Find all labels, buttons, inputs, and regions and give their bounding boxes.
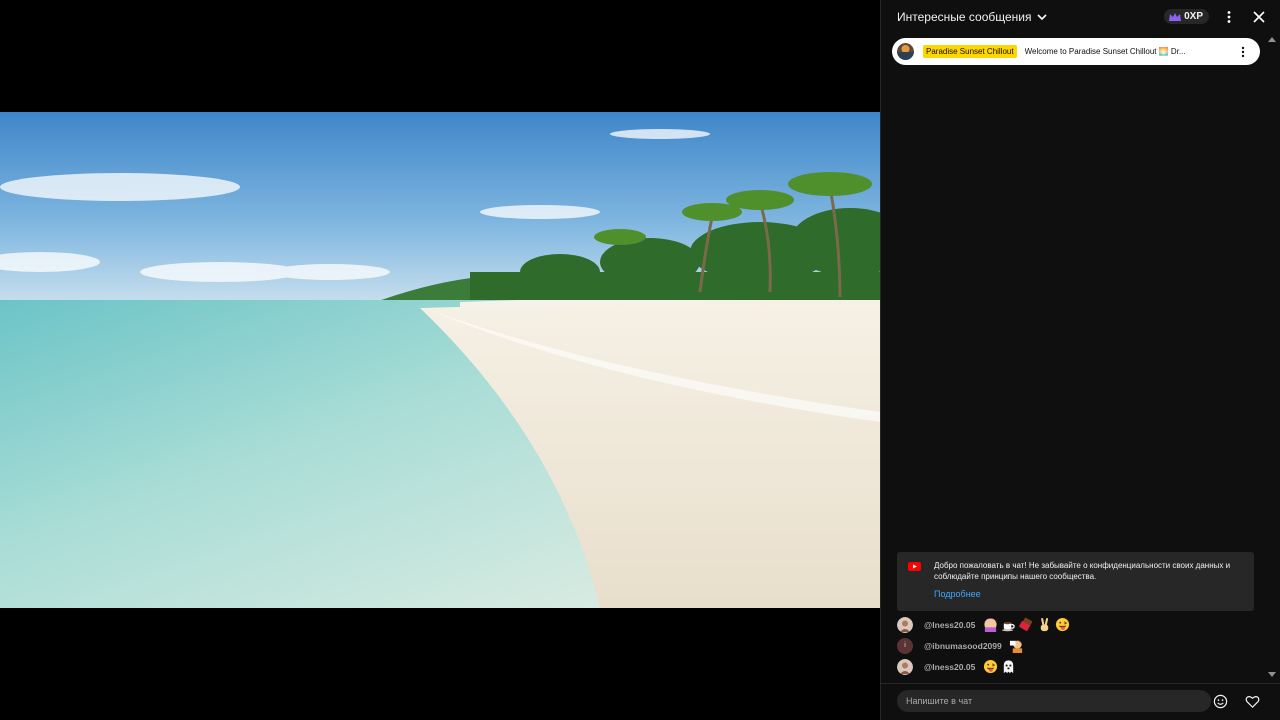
close-chat-button[interactable] [1249,7,1269,27]
message-author[interactable]: @ibnumasood2099 [924,641,1002,651]
video-player[interactable] [0,0,880,720]
more-vertical-icon [1227,10,1231,23]
chat-message[interactable]: i @ibnumasood2099 [897,635,1257,656]
ghost-emoji-icon [1000,659,1016,675]
scroll-down-arrow-icon[interactable] [1268,672,1276,678]
chat-header: Интересные сообщения 0XP [881,0,1280,33]
user-avatar[interactable]: i [897,637,913,654]
pinned-message-menu-button[interactable] [1236,44,1250,60]
chat-message[interactable]: @Iness20.05 [897,614,1257,635]
chat-input-bar [881,683,1280,720]
crown-icon [1169,12,1182,21]
learn-more-link[interactable]: Подробнее [934,589,981,599]
chat-message-input[interactable] [897,690,1211,712]
youtube-logo-icon [908,562,921,571]
message-author[interactable]: @Iness20.05 [924,662,975,672]
channel-avatar [897,43,914,60]
welcome-notice-text: Добро пожаловать в чат! Не забывайте о к… [934,561,1231,581]
more-options-button[interactable] [1219,7,1239,27]
chat-mode-dropdown[interactable]: Интересные сообщения [897,10,1048,24]
user-avatar[interactable] [897,616,913,633]
chat-message-list: @Iness20.05 i @ibnumasood2099 @Iness20.0… [897,614,1257,677]
user-avatar[interactable] [897,658,913,675]
video-frame-beach[interactable] [0,112,880,608]
live-chat-panel: Интересные сообщения 0XP Paradise Sunset… [880,0,1280,720]
victory-hand-emoji-icon [1036,617,1052,633]
heart-reaction-button[interactable] [1242,692,1262,710]
tongue-face-emoji-icon [1054,617,1070,633]
chat-welcome-notice: Добро пожаловать в чат! Не забывайте о к… [897,552,1254,611]
close-icon [1253,10,1265,23]
pinned-channel-name: Paradise Sunset Chillout [923,45,1017,58]
chocolate-emoji-icon [1018,617,1034,633]
coffee-emoji-icon [1000,617,1016,633]
pinned-message[interactable]: Paradise Sunset Chillout Welcome to Para… [892,38,1260,65]
woman-raising-hand-emoji-icon [982,617,998,633]
xp-badge[interactable]: 0XP [1164,9,1209,24]
more-vertical-icon [1241,46,1245,57]
xp-value: 0XP [1184,11,1203,22]
pinned-message-text: Welcome to Paradise Sunset Chillout 🌅 Dr… [1024,47,1186,56]
scroll-up-arrow-icon[interactable] [1268,36,1276,42]
beach-scene-image [0,112,880,608]
emoji-picker-button[interactable] [1210,692,1230,710]
chat-message[interactable]: @Iness20.05 [897,656,1257,677]
smiley-icon [1213,694,1227,708]
chat-mode-label: Интересные сообщения [897,9,1032,24]
chevron-down-icon [1036,13,1047,20]
person-with-sign-emoji-icon [1009,638,1025,654]
heart-icon [1245,695,1259,708]
tongue-face-emoji-icon [982,659,998,675]
message-author[interactable]: @Iness20.05 [924,620,975,630]
